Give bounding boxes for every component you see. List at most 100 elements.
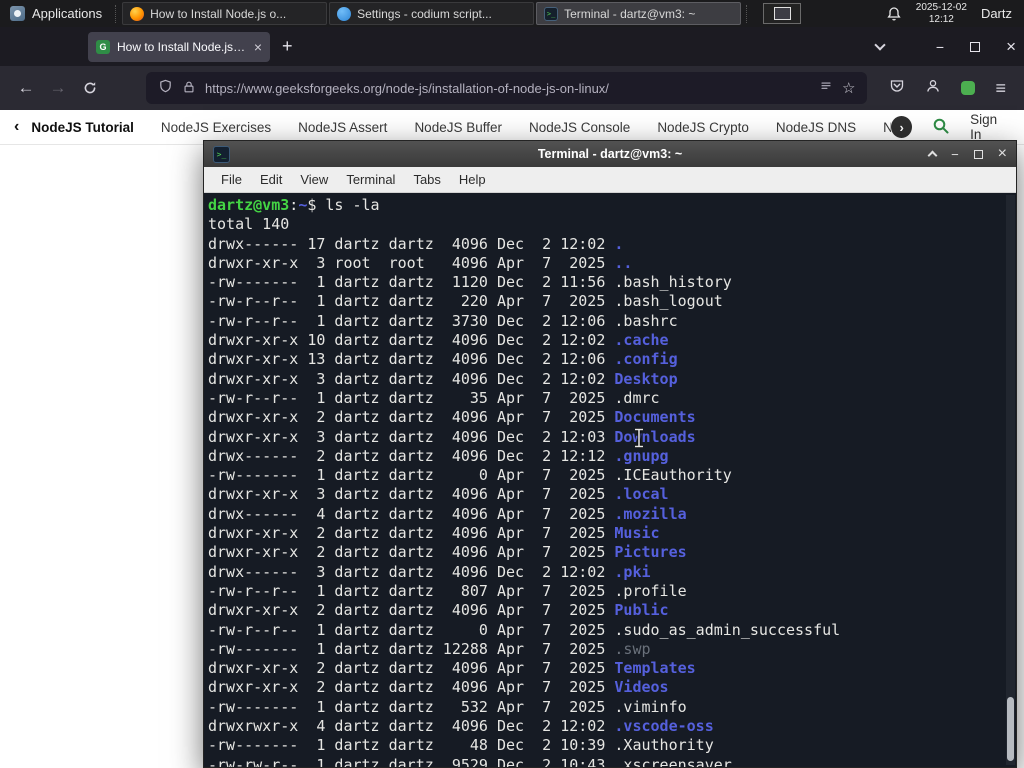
forward-button[interactable]: → — [42, 73, 74, 103]
clock-time: 12:12 — [928, 13, 954, 25]
terminal-listing: drwx------ 17 dartz dartz 4096 Dec 2 12:… — [208, 235, 1016, 767]
panel-window-button[interactable]: Terminal - dartz@vm3: ~ — [536, 2, 742, 25]
terminal-menu-item[interactable]: Edit — [251, 170, 291, 189]
gfg-nav-item[interactable]: NodeJS Tutorial — [31, 120, 134, 135]
terminal-body[interactable]: dartz@vm3:~$ ls -la total 140 drwx------… — [204, 193, 1016, 767]
browser-tab[interactable]: How to Install Node.js on... × — [88, 31, 270, 62]
applications-icon — [10, 6, 25, 21]
maximize-button[interactable] — [970, 41, 981, 52]
file-name: Downloads — [614, 427, 696, 446]
new-tab-button[interactable]: + — [282, 36, 293, 57]
terminal-scrollbar[interactable] — [1006, 195, 1015, 765]
file-name: Templates — [614, 659, 696, 678]
reader-mode-icon[interactable] — [819, 80, 833, 97]
typed-command: ls -la — [325, 196, 380, 214]
file-name: .. — [614, 253, 633, 272]
prompt-colon: : — [289, 196, 299, 214]
url-text[interactable]: https://www.geeksforgeeks.org/node-js/in… — [205, 81, 810, 96]
nav-scroll-right-icon[interactable]: › — [891, 116, 913, 138]
file-name: . — [614, 234, 624, 253]
file-name: .ICEauthority — [614, 466, 732, 485]
file-name: Videos — [614, 678, 669, 697]
minimize-button[interactable]: − — [936, 39, 944, 55]
reload-button[interactable] — [74, 73, 106, 103]
file-attributes: drwxr-xr-x 3 dartz dartz 4096 Dec 2 12:0… — [208, 369, 615, 388]
menu-icon[interactable]: ≡ — [995, 78, 1006, 99]
terminal-maximize-button[interactable] — [973, 149, 983, 159]
bookmark-star-icon[interactable]: ☆ — [842, 79, 855, 97]
panel-username[interactable]: Dartz — [981, 6, 1012, 21]
file-attributes: drwxr-xr-x 2 dartz dartz 4096 Apr 7 2025 — [208, 408, 615, 427]
terminal-output-line: drwxr-xr-x 13 dartz dartz 4096 Dec 2 12:… — [208, 350, 1016, 369]
terminal-output-line: drwxr-xr-x 2 dartz dartz 4096 Apr 7 2025… — [208, 408, 1016, 427]
panel-window-button[interactable]: How to Install Node.js o... — [122, 2, 328, 25]
extension-icon[interactable] — [961, 81, 976, 95]
terminal-menu-item[interactable]: File — [212, 170, 251, 189]
terminal-scrollbar-thumb[interactable] — [1007, 697, 1014, 761]
notification-bell-icon[interactable] — [886, 6, 902, 22]
terminal-titlebar[interactable]: Terminal - dartz@vm3: ~ − × — [204, 141, 1016, 167]
terminal-total-line: total 140 — [208, 215, 290, 234]
terminal-output-line: -rw-r--r-- 1 dartz dartz 807 Apr 7 2025 … — [208, 582, 1016, 601]
terminal-output-line: -rw-r--r-- 1 dartz dartz 35 Apr 7 2025 .… — [208, 389, 1016, 408]
file-name: .vscode-oss — [614, 717, 714, 736]
tab-close-icon[interactable]: × — [254, 40, 262, 54]
file-name: .config — [614, 350, 678, 369]
search-icon[interactable] — [932, 117, 950, 138]
prompt-user-host: dartz@vm3 — [208, 196, 290, 214]
file-attributes: -rw------- 1 dartz dartz 1120 Dec 2 11:5… — [208, 273, 615, 292]
terminal-minimize-button[interactable]: − — [951, 147, 959, 162]
file-attributes: drwx------ 3 dartz dartz 4096 Dec 2 12:0… — [208, 562, 615, 581]
gfg-nav-item[interactable]: NodeJS Assert — [298, 120, 387, 135]
file-attributes: drwx------ 17 dartz dartz 4096 Dec 2 12:… — [208, 234, 615, 253]
gfg-nav-item[interactable]: Node — [883, 120, 891, 135]
gfg-nav-item[interactable]: NodeJS DNS — [776, 120, 856, 135]
back-button[interactable]: ← — [10, 73, 42, 103]
url-bar[interactable]: https://www.geeksforgeeks.org/node-js/in… — [146, 72, 868, 104]
terminal-app-icon — [213, 145, 230, 163]
pocket-icon[interactable] — [889, 78, 905, 99]
mouse-cursor-ibeam — [633, 427, 645, 453]
file-name: Documents — [614, 408, 696, 427]
applications-menu[interactable]: Applications — [0, 0, 112, 27]
file-name: .viminfo — [614, 697, 687, 716]
file-name: .xscreensaver — [614, 755, 732, 767]
file-attributes: drwxr-xr-x 3 root root 4096 Apr 7 2025 — [208, 253, 615, 272]
account-icon[interactable] — [925, 78, 941, 99]
terminal-menu-item[interactable]: Help — [450, 170, 495, 189]
sign-in-button[interactable]: Sign In — [970, 112, 1010, 142]
file-name: Public — [614, 601, 669, 620]
file-attributes: drwx------ 4 dartz dartz 4096 Apr 7 2025 — [208, 504, 615, 523]
file-attributes: drwx------ 2 dartz dartz 4096 Dec 2 12:1… — [208, 446, 615, 465]
terminal-menu-item[interactable]: Terminal — [337, 170, 404, 189]
terminal-output-line: drwxr-xr-x 2 dartz dartz 4096 Apr 7 2025… — [208, 524, 1016, 543]
terminal-output-line: -rw-r--r-- 1 dartz dartz 3730 Dec 2 12:0… — [208, 312, 1016, 331]
tab-bar: How to Install Node.js on... × + − × — [0, 27, 1024, 66]
panel-window-button[interactable]: Settings - codium script... — [329, 2, 535, 25]
lock-icon[interactable] — [182, 80, 196, 97]
applications-label: Applications — [32, 6, 103, 21]
tracking-shield-icon[interactable] — [158, 79, 173, 97]
gfg-nav-item[interactable]: NodeJS Crypto — [657, 120, 749, 135]
window-button-title: Terminal - dartz@vm3: ~ — [564, 6, 696, 21]
file-name: .profile — [614, 581, 687, 600]
file-attributes: drwxr-xr-x 13 dartz dartz 4096 Dec 2 12:… — [208, 350, 615, 369]
panel-clock[interactable]: 2025-12-02 12:12 — [916, 2, 967, 26]
panel-separator — [746, 4, 750, 23]
terminal-menu-item[interactable]: View — [291, 170, 337, 189]
gfg-nav-item[interactable]: NodeJS Console — [529, 120, 630, 135]
terminal-output-line: -rw------- 1 dartz dartz 0 Apr 7 2025 .I… — [208, 466, 1016, 485]
terminal-menu-item[interactable]: Tabs — [404, 170, 449, 189]
file-name: .cache — [614, 331, 669, 350]
gfg-nav-item[interactable]: NodeJS Buffer — [414, 120, 502, 135]
terminal-close-button[interactable]: × — [998, 145, 1007, 163]
terminal-output-line: drwx------ 3 dartz dartz 4096 Dec 2 12:0… — [208, 563, 1016, 582]
shade-button[interactable] — [927, 150, 938, 161]
terminal-output-line: drwxr-xr-x 10 dartz dartz 4096 Dec 2 12:… — [208, 331, 1016, 350]
close-button[interactable]: × — [1006, 37, 1016, 57]
list-all-tabs-icon[interactable] — [874, 39, 886, 51]
gfg-nav-item[interactable]: NodeJS Exercises — [161, 120, 271, 135]
terminal-output-line: drwxr-xr-x 3 dartz dartz 4096 Dec 2 12:0… — [208, 370, 1016, 389]
workspace-pager[interactable] — [763, 3, 802, 24]
nav-scroll-left-icon[interactable]: ‹ — [14, 118, 19, 136]
